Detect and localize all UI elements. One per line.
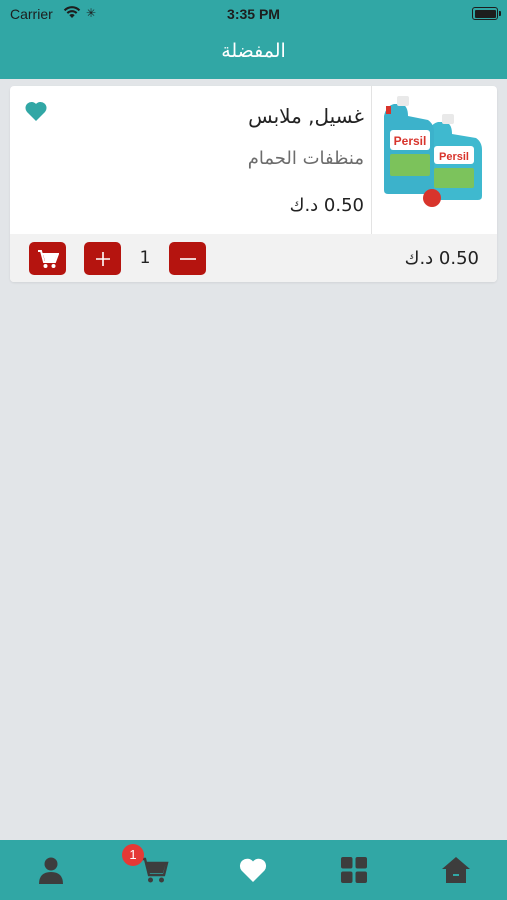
item-actions-bar: 1 0.50 د.ك (10, 234, 497, 282)
plus-icon (95, 251, 110, 266)
quantity-value: 1 (139, 248, 151, 268)
product-image[interactable]: Persil Persil (371, 86, 497, 234)
heart-icon (239, 858, 267, 882)
page-title: المفضلة (221, 40, 286, 62)
status-bar: Carrier ✳ 3:35 PM (0, 0, 507, 28)
increase-quantity-button[interactable] (84, 242, 121, 275)
product-category: منظفات الحمام (247, 148, 364, 169)
add-to-cart-button[interactable] (29, 242, 66, 275)
tab-favorites[interactable] (237, 854, 269, 886)
grid-icon (341, 857, 367, 883)
svg-text:Persil: Persil (394, 134, 427, 148)
tab-profile[interactable] (35, 854, 67, 886)
minus-icon (179, 257, 196, 260)
app-header: Carrier ✳ 3:35 PM المفضلة (0, 0, 507, 79)
tab-categories[interactable] (338, 854, 370, 886)
battery-icon (472, 7, 501, 20)
item-total-price: 0.50 د.ك (404, 248, 479, 269)
heart-icon[interactable] (24, 100, 48, 122)
product-name[interactable]: غسيل, ملابس (248, 104, 364, 128)
cart-icon (140, 857, 169, 883)
status-time: 3:35 PM (227, 6, 280, 22)
svg-text:Persil: Persil (439, 151, 469, 163)
cart-icon (37, 249, 59, 268)
product-price: 0.50 د.ك (289, 195, 364, 216)
tab-home[interactable] (440, 854, 472, 886)
cart-count-badge: 1 (122, 844, 144, 866)
profile-icon (39, 857, 63, 884)
decrease-quantity-button[interactable] (169, 242, 206, 275)
bottom-tab-bar (0, 840, 507, 900)
home-icon (442, 857, 470, 883)
favorite-item-card[interactable]: Persil Persil غسيل, ملابس منظفات الحمام … (10, 86, 497, 282)
